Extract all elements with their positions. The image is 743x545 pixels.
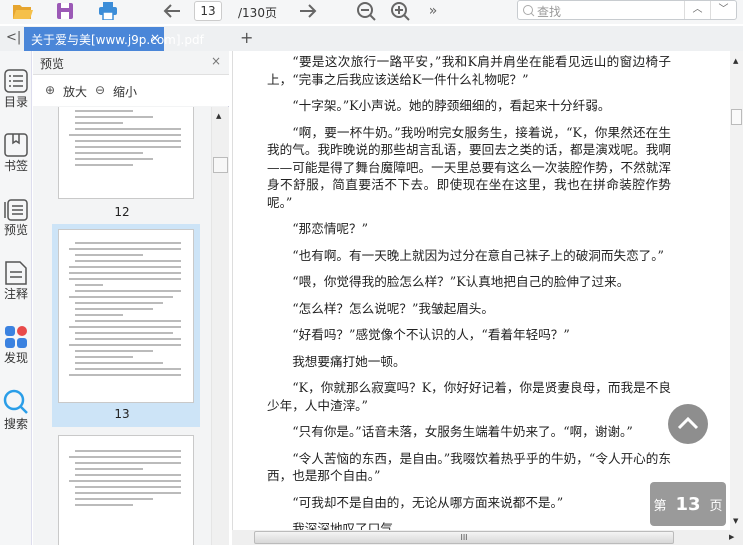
panel-header: 预览 × bbox=[33, 51, 229, 75]
rail-item-preview[interactable]: 预览 bbox=[0, 197, 32, 238]
rail-item-annotations[interactable]: 注释 bbox=[0, 261, 32, 302]
rail-label: 预览 bbox=[3, 223, 28, 237]
toolbar: 13 /130页 » 查找 ︿ ﹀ bbox=[0, 0, 743, 24]
thumbnail-selected[interactable]: 13 bbox=[52, 224, 200, 427]
print-icon[interactable] bbox=[96, 0, 120, 22]
paragraph: “那恋情呢？” bbox=[292, 221, 369, 236]
more-icon[interactable]: » bbox=[425, 0, 441, 22]
paragraph: “啊，要一杯牛奶。”我吩咐完女服务生，接着说，“K，你果然还在生我的气。我昨晚说… bbox=[267, 124, 671, 210]
rail-item-search[interactable]: 搜索 bbox=[0, 389, 32, 432]
scroll-thumb[interactable] bbox=[213, 157, 228, 173]
thumbnail-page-12[interactable] bbox=[58, 107, 194, 199]
tab-close-button[interactable]: × bbox=[150, 31, 160, 45]
chevron-up-icon bbox=[677, 416, 699, 430]
thumbnail-label: 12 bbox=[114, 205, 130, 219]
thumb-zoom-out-button[interactable]: 缩小 bbox=[113, 83, 137, 100]
panel-close-button[interactable]: × bbox=[211, 54, 221, 68]
zoom-out-icon[interactable] bbox=[354, 0, 378, 22]
page-number: 13 bbox=[675, 493, 701, 515]
search-icon bbox=[3, 389, 28, 414]
tab-bar: <| 关于爱与美[www.j9p.com].pdf × + bbox=[0, 26, 743, 51]
paragraph: “十字架。”K小声说。她的脖颈细细的，看起来十分纤弱。 bbox=[292, 98, 611, 113]
panel-title: 预览 bbox=[40, 57, 65, 71]
collapse-sidebar-button[interactable]: <| bbox=[6, 30, 21, 45]
paragraph: “喂，你觉得我的脸怎么样？”K认真地把自己的脸伸了过来。 bbox=[292, 274, 630, 289]
rail-label: 发现 bbox=[3, 351, 28, 365]
paragraph: “怎么样？怎么说呢？”我皱起眉头。 bbox=[292, 300, 494, 316]
rail-label: 搜索 bbox=[3, 417, 28, 431]
paragraph: “也有啊。有一天晚上就因为过分在意自己袜子上的破洞而失恋了。” bbox=[292, 247, 664, 263]
rail-label: 目录 bbox=[3, 95, 28, 109]
search-input[interactable]: 查找 ︿ ﹀ bbox=[517, 0, 737, 20]
paragraph: “只有你是。”话音未落，女服务生端着牛奶来了。“啊，谢谢。” bbox=[292, 424, 633, 439]
paragraph: “令人苦恼的东西，是自由。”我啜饮着热乎乎的牛奶，“令人开心的东西，也是那个自由… bbox=[267, 450, 671, 484]
save-icon[interactable] bbox=[54, 0, 76, 22]
document-text: “要是这次旅行一路平安，”我和K肩并肩坐在能看见远山的窗边椅子上，“完事之后我应… bbox=[267, 53, 671, 530]
paragraph: 我想要痛打她一顿。 bbox=[292, 353, 406, 369]
search-placeholder: 查找 bbox=[537, 5, 562, 19]
preview-panel: 预览 × ⊕ 放大 ⊖ 缩小 12 13 ▲ bbox=[33, 51, 229, 545]
search-icon bbox=[523, 5, 535, 17]
left-rail: 目录 书签 预览 注释 发现 搜索 bbox=[0, 51, 32, 545]
thumbnail-list: 12 13 bbox=[33, 107, 211, 545]
paragraph: “K，你就那么寂寞吗？K，你好好记着，你是贤妻良母，而我是不良少年，人中渣滓。” bbox=[267, 380, 671, 413]
note-icon bbox=[5, 261, 27, 285]
apps-icon bbox=[5, 326, 27, 348]
arrow-right-icon[interactable] bbox=[296, 0, 320, 22]
document-view: “要是这次旅行一路平安，”我和K肩并肩坐在能看见远山的窗边椅子上，“完事之后我应… bbox=[232, 51, 730, 530]
paragraph: 我深深地叹了口气。 bbox=[292, 521, 406, 530]
zoom-in-icon[interactable] bbox=[388, 0, 412, 22]
page-indicator-badge: 第 13 页 bbox=[650, 482, 726, 526]
thumb-zoom-in-button[interactable]: 放大 bbox=[63, 83, 87, 100]
thumbnail-page-13[interactable] bbox=[58, 229, 194, 403]
rail-label: 注释 bbox=[3, 287, 28, 301]
rail-item-bookmarks[interactable]: 书签 bbox=[0, 133, 32, 174]
tab-document[interactable]: 关于爱与美[www.j9p.com].pdf × bbox=[24, 27, 204, 51]
thumbnail-page-14[interactable] bbox=[58, 435, 194, 545]
arrow-left-icon[interactable] bbox=[160, 0, 184, 22]
rail-item-discover[interactable]: 发现 bbox=[0, 325, 32, 366]
folder-open-icon[interactable] bbox=[10, 0, 36, 22]
scroll-to-top-button[interactable] bbox=[668, 404, 708, 444]
page-prefix: 第 bbox=[653, 498, 667, 514]
document-vertical-scrollbar[interactable]: ▲ ▼ bbox=[730, 51, 743, 530]
page-number-input[interactable]: 13 bbox=[194, 1, 222, 21]
rail-label: 书签 bbox=[3, 159, 28, 173]
thumbnail-label: 13 bbox=[114, 407, 130, 421]
paragraph: “好看吗？”感觉像个不认识的人，“看着年轻吗？” bbox=[292, 327, 570, 342]
panel-zoom-controls: ⊕ 放大 ⊖ 缩小 bbox=[33, 75, 229, 106]
bookmark-icon bbox=[4, 133, 28, 157]
list-icon bbox=[4, 69, 28, 93]
pages-icon bbox=[4, 199, 28, 221]
thumbnail-scrollbar[interactable]: ▲ bbox=[211, 107, 229, 545]
zoom-out-icon: ⊖ bbox=[95, 83, 106, 97]
tab-label: 关于爱与美[www.j9p.com].pdf bbox=[31, 33, 204, 47]
rail-item-toc[interactable]: 目录 bbox=[0, 69, 32, 110]
paragraph: “可我却不是自由的，无论从哪方面来说都不是。” bbox=[292, 494, 564, 510]
scroll-thumb[interactable]: III bbox=[254, 531, 674, 544]
chevron-up-icon[interactable]: ︿ bbox=[684, 1, 710, 19]
scroll-thumb[interactable] bbox=[731, 109, 742, 125]
new-tab-button[interactable]: + bbox=[240, 28, 253, 47]
document-horizontal-scrollbar[interactable]: III ▶ bbox=[232, 530, 743, 545]
page-suffix: 页 bbox=[709, 498, 723, 514]
paragraph: “要是这次旅行一路平安，”我和K肩并肩坐在能看见远山的窗边椅子上，“完事之后我应… bbox=[267, 54, 671, 87]
chevron-down-icon[interactable]: ﹀ bbox=[710, 1, 736, 19]
zoom-in-icon: ⊕ bbox=[45, 83, 56, 97]
page-total: /130页 bbox=[238, 6, 277, 20]
